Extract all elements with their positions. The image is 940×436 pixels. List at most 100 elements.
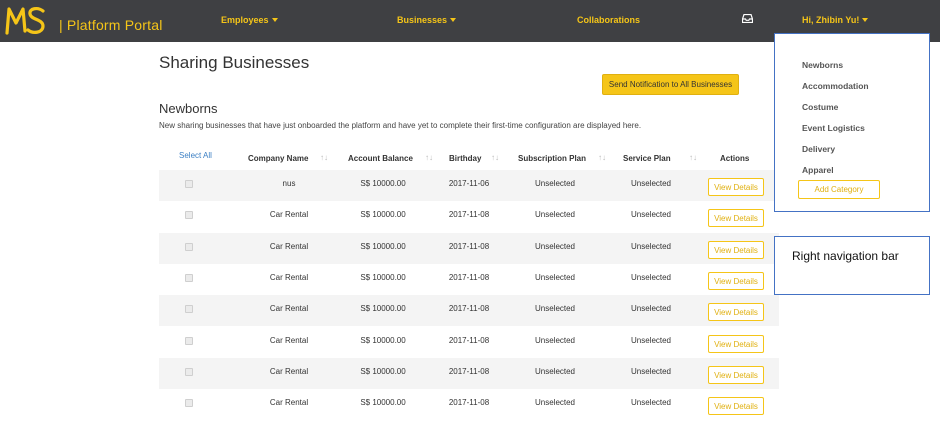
birthday-cell: 2017-11-08 <box>448 367 490 376</box>
birthday-cell: 2017-11-08 <box>448 242 490 251</box>
subscription-plan-cell: Unselected <box>534 179 576 188</box>
birthday-cell: 2017-11-08 <box>448 304 490 313</box>
view-details-button[interactable]: View Details <box>708 209 764 227</box>
category-accommodation[interactable]: Accommodation <box>802 81 869 91</box>
company-name-cell: Car Rental <box>269 273 309 282</box>
caret-down-icon <box>450 18 457 22</box>
sort-icon[interactable]: ↑↓ <box>425 153 433 162</box>
category-costume[interactable]: Costume <box>802 102 838 112</box>
section-description: New sharing businesses that have just on… <box>159 121 642 130</box>
view-details-button[interactable]: View Details <box>708 397 764 415</box>
sort-icon[interactable]: ↑↓ <box>689 153 697 162</box>
caret-down-icon <box>271 18 278 22</box>
row-checkbox[interactable] <box>185 399 193 407</box>
section-title: Newborns <box>159 101 218 116</box>
account-balance-cell: S$ 10000.00 <box>360 273 406 282</box>
platform-title[interactable]: | Platform Portal <box>59 17 163 33</box>
company-name-cell: Car Rental <box>269 398 309 407</box>
service-plan-cell: Unselected <box>630 398 672 407</box>
right-navigation-bar: Newborns Accommodation Costume Event Log… <box>774 33 930 212</box>
account-balance-cell: S$ 10000.00 <box>360 210 406 219</box>
send-notification-button[interactable]: Send Notification to All Businesses <box>602 74 739 95</box>
user-menu[interactable]: Hi, Zhibin Yu! <box>802 15 869 25</box>
view-details-button[interactable]: View Details <box>708 272 764 290</box>
sort-icon[interactable]: ↑↓ <box>320 153 328 162</box>
user-greeting: Hi, Zhibin Yu! <box>802 15 860 25</box>
account-balance-cell: S$ 10000.00 <box>360 336 406 345</box>
view-details-button[interactable]: View Details <box>708 241 764 259</box>
service-plan-cell: Unselected <box>630 210 672 219</box>
annotation-label: Right navigation bar <box>792 249 899 263</box>
header-service-plan[interactable]: Service Plan <box>623 154 671 163</box>
subscription-plan-cell: Unselected <box>534 336 576 345</box>
view-details-button[interactable]: View Details <box>708 335 764 353</box>
company-name-cell: Car Rental <box>269 304 309 313</box>
account-balance-cell: S$ 10000.00 <box>360 367 406 376</box>
header-birthday[interactable]: Birthday <box>449 154 481 163</box>
view-details-button[interactable]: View Details <box>708 178 764 196</box>
birthday-cell: 2017-11-08 <box>448 273 490 282</box>
service-plan-cell: Unselected <box>630 304 672 313</box>
company-name-cell: Car Rental <box>269 242 309 251</box>
row-checkbox[interactable] <box>185 305 193 313</box>
category-newborns[interactable]: Newborns <box>802 60 843 70</box>
subscription-plan-cell: Unselected <box>534 273 576 282</box>
nav-employees-label: Employees <box>221 15 269 25</box>
company-name-cell: Car Rental <box>269 336 309 345</box>
account-balance-cell: S$ 10000.00 <box>360 179 406 188</box>
nav-businesses-label: Businesses <box>397 15 448 25</box>
row-checkbox[interactable] <box>185 337 193 345</box>
service-plan-cell: Unselected <box>630 367 672 376</box>
sort-icon[interactable]: ↑↓ <box>491 153 499 162</box>
header-company-name[interactable]: Company Name <box>248 154 308 163</box>
row-checkbox[interactable] <box>185 211 193 219</box>
table-row: Car Rental S$ 10000.00 2017-11-08 Unselecte… <box>159 389 779 420</box>
subscription-plan-cell: Unselected <box>534 242 576 251</box>
subscription-plan-cell: Unselected <box>534 398 576 407</box>
service-plan-cell: Unselected <box>630 179 672 188</box>
company-name-cell: Car Rental <box>269 367 309 376</box>
page-title: Sharing Businesses <box>159 53 310 72</box>
inbox-icon[interactable] <box>742 14 753 23</box>
account-balance-cell: S$ 10000.00 <box>360 398 406 407</box>
nav-collaborations[interactable]: Collaborations <box>577 15 640 25</box>
table-row: nus S$ 10000.00 2017-11-06 Unselected Unsele… <box>159 170 779 201</box>
category-delivery[interactable]: Delivery <box>802 144 835 154</box>
birthday-cell: 2017-11-06 <box>448 179 490 188</box>
view-details-button[interactable]: View Details <box>708 303 764 321</box>
view-details-button[interactable]: View Details <box>708 366 764 384</box>
birthday-cell: 2017-11-08 <box>448 398 490 407</box>
category-event-logistics[interactable]: Event Logistics <box>802 123 865 133</box>
account-balance-cell: S$ 10000.00 <box>360 304 406 313</box>
birthday-cell: 2017-11-08 <box>448 210 490 219</box>
add-category-button[interactable]: Add Category <box>798 180 880 199</box>
nav-employees[interactable]: Employees <box>221 15 278 25</box>
row-checkbox[interactable] <box>185 180 193 188</box>
caret-down-icon <box>862 18 869 22</box>
subscription-plan-cell: Unselected <box>534 210 576 219</box>
row-checkbox[interactable] <box>185 274 193 282</box>
table-row: Car Rental S$ 10000.00 2017-11-08 Unselecte… <box>159 201 779 232</box>
header-account-balance[interactable]: Account Balance <box>348 154 413 163</box>
select-all-link[interactable]: Select All <box>179 151 212 160</box>
table-row: Car Rental S$ 10000.00 2017-11-08 Unselecte… <box>159 264 779 295</box>
service-plan-cell: Unselected <box>630 336 672 345</box>
table-row: Car Rental S$ 10000.00 2017-11-08 Unselecte… <box>159 295 779 326</box>
header-actions: Actions <box>720 154 750 163</box>
sort-icon[interactable]: ↑↓ <box>598 153 606 162</box>
table-row: Car Rental S$ 10000.00 2017-11-08 Unselecte… <box>159 233 779 264</box>
ms-logo-icon[interactable] <box>5 5 47 35</box>
birthday-cell: 2017-11-08 <box>448 336 490 345</box>
service-plan-cell: Unselected <box>630 273 672 282</box>
subscription-plan-cell: Unselected <box>534 367 576 376</box>
nav-businesses[interactable]: Businesses <box>397 15 457 25</box>
row-checkbox[interactable] <box>185 368 193 376</box>
account-balance-cell: S$ 10000.00 <box>360 242 406 251</box>
service-plan-cell: Unselected <box>630 242 672 251</box>
header-subscription-plan[interactable]: Subscription Plan <box>518 154 586 163</box>
category-apparel[interactable]: Apparel <box>802 165 834 175</box>
row-checkbox[interactable] <box>185 243 193 251</box>
company-name-cell: nus <box>282 179 296 188</box>
nav-collaborations-label: Collaborations <box>577 15 641 25</box>
table-row: Car Rental S$ 10000.00 2017-11-08 Unselecte… <box>159 358 779 389</box>
